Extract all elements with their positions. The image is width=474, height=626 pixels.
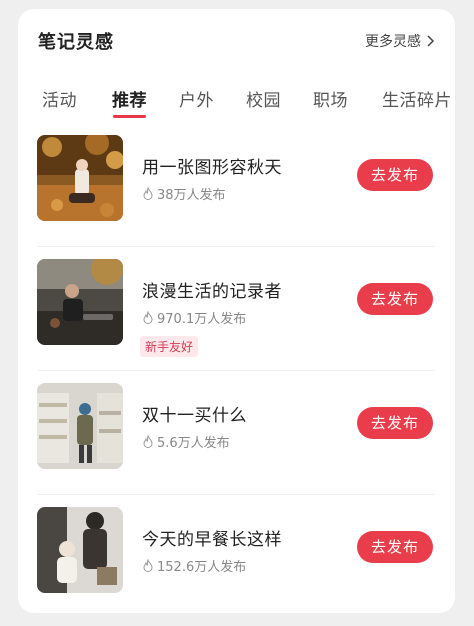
tab-recommended[interactable]: 推荐 <box>112 86 147 111</box>
list-item[interactable]: 用一张图形容秋天 38万人发布 去发布 <box>18 123 455 247</box>
tab-workplace[interactable]: 职场 <box>313 86 348 111</box>
publish-count-text: 5.6万人发布 <box>157 436 230 451</box>
publish-count: 5.6万人发布 <box>142 432 230 451</box>
picnic-photo-icon <box>37 259 123 345</box>
tab-campus[interactable]: 校园 <box>246 86 281 111</box>
card-header: 笔记灵感 更多灵感 <box>18 9 455 75</box>
item-title: 用一张图形容秋天 <box>142 158 282 178</box>
item-title: 今天的早餐长这样 <box>142 530 282 550</box>
tab-outdoor[interactable]: 户外 <box>179 86 214 111</box>
family-photo-thumbnail <box>37 507 123 593</box>
flame-icon <box>143 187 153 200</box>
item-title: 双十一买什么 <box>142 406 247 426</box>
card-title: 笔记灵感 <box>38 32 114 53</box>
supermarket-photo-icon <box>37 383 123 469</box>
picnic-photo-thumbnail <box>37 259 123 345</box>
autumn-photo-thumbnail <box>37 135 123 221</box>
list-item[interactable]: 浪漫生活的记录者 970.1万人发布 新手友好 去发布 <box>18 247 455 371</box>
supermarket-photo-thumbnail <box>37 383 123 469</box>
more-inspiration-label: 更多灵感 <box>365 34 421 50</box>
tab-activity[interactable]: 活动 <box>42 86 77 111</box>
chevron-right-icon <box>427 35 435 47</box>
active-tab-indicator <box>113 115 146 118</box>
publish-button[interactable]: 去发布 <box>357 531 433 563</box>
tab-life-fragments[interactable]: 生活碎片 <box>382 86 452 111</box>
tab-bar: 活动 推荐 户外 校园 职场 生活碎片 <box>18 75 455 123</box>
flame-icon <box>143 435 153 448</box>
publish-count: 38万人发布 <box>142 184 226 203</box>
publish-button[interactable]: 去发布 <box>357 407 433 439</box>
publish-count-text: 152.6万人发布 <box>157 560 247 575</box>
flame-icon <box>143 311 153 324</box>
flame-icon <box>143 559 153 572</box>
publish-button[interactable]: 去发布 <box>357 159 433 191</box>
list-item[interactable]: 双十一买什么 5.6万人发布 去发布 <box>18 371 455 495</box>
family-photo-icon <box>37 507 123 593</box>
more-inspiration-link[interactable]: 更多灵感 <box>365 31 435 51</box>
beginner-friendly-badge: 新手友好 <box>140 336 199 357</box>
publish-count-text: 38万人发布 <box>157 188 226 203</box>
inspiration-card: 笔记灵感 更多灵感 活动 推荐 户外 校园 职场 生活碎片 用一张图形容秋天 3… <box>18 9 455 613</box>
list-item[interactable]: 今天的早餐长这样 152.6万人发布 去发布 <box>18 495 455 613</box>
publish-count: 970.1万人发布 <box>142 308 246 327</box>
item-title: 浪漫生活的记录者 <box>142 282 282 302</box>
publish-count-text: 970.1万人发布 <box>157 312 247 327</box>
autumn-photo-icon <box>37 135 123 221</box>
publish-button[interactable]: 去发布 <box>357 283 433 315</box>
publish-count: 152.6万人发布 <box>142 556 246 575</box>
